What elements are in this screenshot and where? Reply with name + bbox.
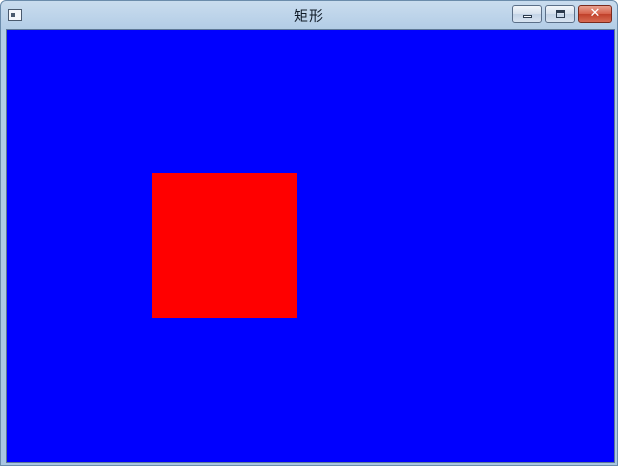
close-button[interactable]: ✕ [578, 5, 612, 23]
maximize-button[interactable] [545, 5, 575, 23]
minimize-icon [523, 15, 532, 18]
maximize-icon [556, 10, 565, 18]
minimize-button[interactable] [512, 5, 542, 23]
drawing-canvas [6, 29, 615, 463]
title-bar[interactable]: 矩形 ✕ [1, 1, 617, 29]
window-controls: ✕ [512, 5, 612, 25]
close-icon: ✕ [589, 6, 601, 21]
app-window: 矩形 ✕ [0, 0, 618, 466]
red-rectangle [152, 173, 297, 318]
